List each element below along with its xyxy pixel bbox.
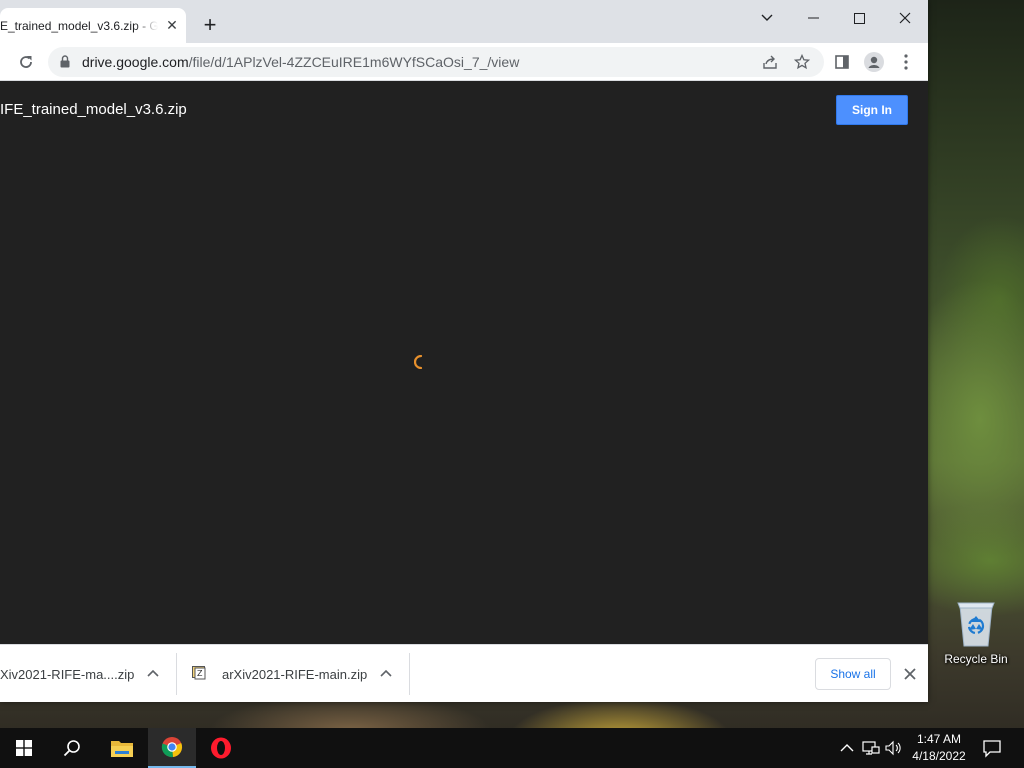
divider <box>176 653 177 695</box>
folder-icon <box>111 741 133 757</box>
zip-file-icon: Z <box>192 666 206 680</box>
opera-icon <box>211 737 231 759</box>
file-explorer-button[interactable] <box>98 728 146 768</box>
recycle-bin-label: Recycle Bin <box>944 652 1008 666</box>
recycle-bin-shortcut[interactable]: Recycle Bin <box>940 600 1012 670</box>
chrome-icon <box>161 737 183 758</box>
loading-spinner-icon <box>414 355 423 369</box>
chrome-taskbar-button[interactable] <box>148 728 196 768</box>
profile-button[interactable] <box>861 49 887 75</box>
start-button[interactable] <box>0 728 48 768</box>
taskbar: 1:47 AM 4/18/2022 <box>0 728 1024 768</box>
tab-search-button[interactable] <box>744 4 790 32</box>
close-window-button[interactable] <box>882 4 928 32</box>
url-domain: drive.google.com <box>82 54 189 70</box>
reload-icon <box>20 56 32 68</box>
more-vert-icon <box>904 54 908 70</box>
windows-logo-icon <box>16 740 32 756</box>
show-all-downloads-button[interactable]: Show all <box>815 658 891 690</box>
download-item[interactable]: Z arXiv2021-RIFE-main.zip <box>192 645 408 703</box>
url-text: drive.google.com/file/d/1APlzVel-4ZZCEuI… <box>82 54 519 70</box>
network-icon[interactable] <box>862 738 880 758</box>
recycle-bin-icon <box>957 602 995 647</box>
chevron-up-icon[interactable] <box>378 666 394 682</box>
notifications-icon[interactable] <box>982 738 1002 758</box>
reload-button[interactable] <box>13 49 39 75</box>
drive-viewer: IFE_trained_model_v3.6.zip Sign In <box>0 81 928 644</box>
maximize-button[interactable] <box>836 4 882 32</box>
chevron-down-icon <box>761 14 773 21</box>
side-panel-button[interactable] <box>829 49 855 75</box>
close-icon <box>899 12 911 24</box>
search-icon <box>63 740 80 757</box>
system-clock[interactable]: 1:47 AM 4/18/2022 <box>906 731 972 765</box>
maximize-icon <box>853 12 865 24</box>
share-icon[interactable] <box>762 54 778 70</box>
menu-button[interactable] <box>893 49 919 75</box>
bookmark-star-icon[interactable] <box>794 54 810 70</box>
download-shelf: Xiv2021-RIFE-ma....zip Z arXiv2021-RIFE-… <box>0 644 928 702</box>
close-shelf-icon[interactable] <box>901 665 919 683</box>
lock-icon <box>60 55 70 68</box>
active-tab[interactable]: E_trained_model_v3.6.zip - Go ✕ <box>0 8 186 43</box>
sign-in-button[interactable]: Sign In <box>836 95 908 125</box>
minimize-button[interactable] <box>790 4 836 32</box>
svg-text:Z: Z <box>197 669 203 678</box>
side-panel-icon <box>835 55 849 69</box>
opera-taskbar-button[interactable] <box>197 728 245 768</box>
show-hidden-icons-icon[interactable] <box>838 738 856 758</box>
title-bar: E_trained_model_v3.6.zip - Go ✕ + <box>0 0 928 43</box>
download-filename: Xiv2021-RIFE-ma....zip <box>0 666 135 682</box>
profile-avatar-icon <box>864 52 884 72</box>
new-tab-button[interactable]: + <box>198 14 222 38</box>
tab-close-icon[interactable]: ✕ <box>164 17 180 33</box>
download-filename: arXiv2021-RIFE-main.zip <box>222 666 368 682</box>
browser-window: E_trained_model_v3.6.zip - Go ✕ + drive.… <box>0 0 928 702</box>
url-path: /file/d/1APlzVel-4ZZCEuIRE1m6WYfSCaOsi_7… <box>188 54 520 70</box>
divider <box>409 653 410 695</box>
address-bar[interactable]: drive.google.com/file/d/1APlzVel-4ZZCEuI… <box>48 47 824 77</box>
search-button[interactable] <box>48 728 96 768</box>
clock-date: 4/18/2022 <box>912 749 966 763</box>
file-title: IFE_trained_model_v3.6.zip <box>0 101 187 118</box>
browser-toolbar: drive.google.com/file/d/1APlzVel-4ZZCEuI… <box>0 43 928 81</box>
tab-title: E_trained_model_v3.6.zip - Go <box>0 18 158 33</box>
clock-time: 1:47 AM <box>916 732 962 746</box>
minimize-icon <box>807 17 819 19</box>
volume-icon[interactable] <box>885 738 903 758</box>
chevron-up-icon[interactable] <box>145 666 161 682</box>
